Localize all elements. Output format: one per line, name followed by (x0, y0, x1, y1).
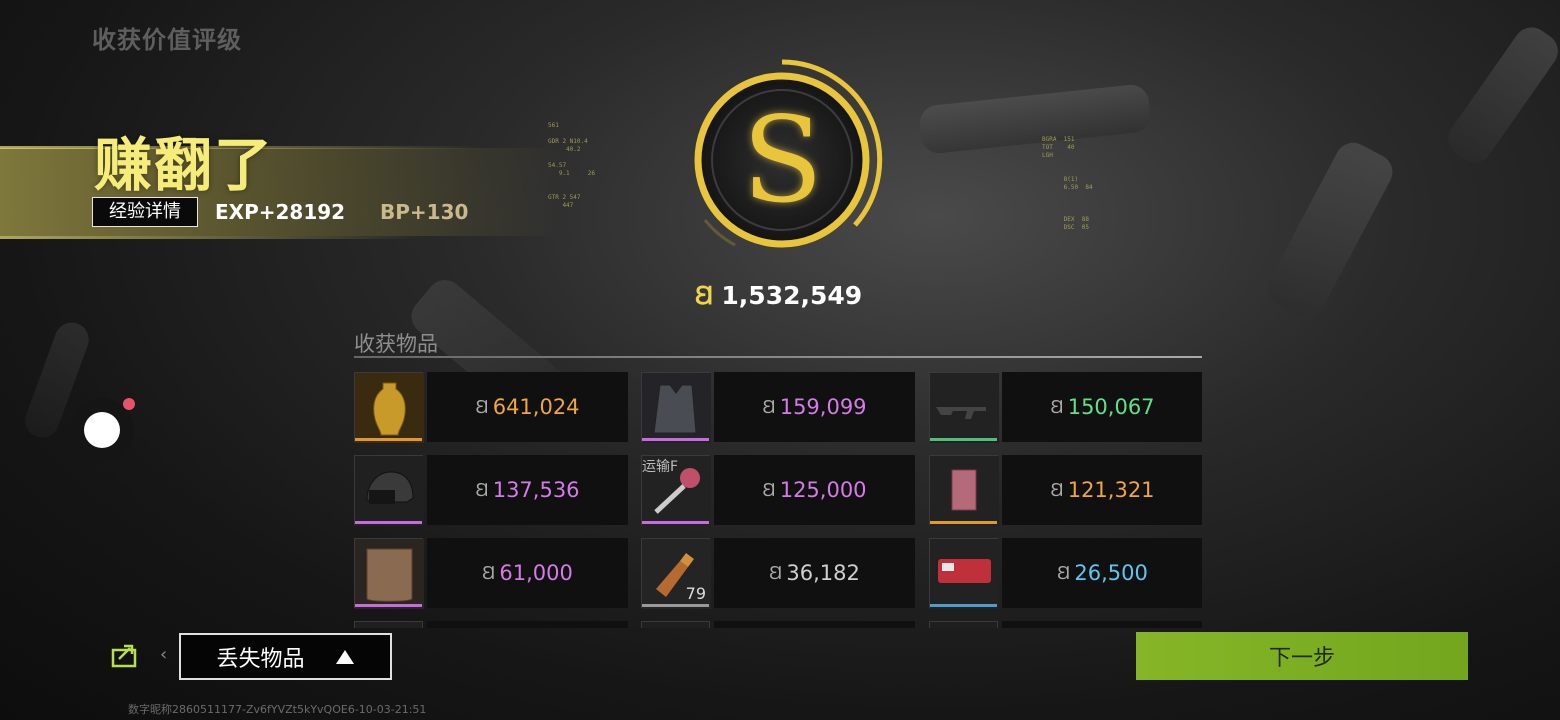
item-cell-rifle[interactable]: Ꞛ 150,067 (929, 372, 1202, 443)
item-value: Ꞛ 125,000 (714, 455, 915, 525)
golden-vase-icon (354, 372, 424, 443)
item-value-amount: 61,000 (499, 561, 573, 585)
items-section-divider (354, 356, 1202, 358)
exp-details-button[interactable]: 经验详情 (92, 197, 198, 227)
item-cell-armor-plate[interactable]: Ꞛ 61,000 (354, 538, 629, 609)
lost-items-label: 丢失物品 (216, 646, 305, 672)
item-value (427, 621, 628, 628)
assistant-dot-icon (84, 412, 120, 448)
banner-line-bottom (0, 236, 420, 239)
coin-icon: Ꞛ (695, 281, 714, 310)
rarity-bar (355, 521, 422, 524)
item-value-amount: 121,321 (1067, 478, 1155, 502)
bg-shell-2 (1261, 136, 1399, 324)
chevron-left-icon: ‹ (160, 644, 168, 665)
grade-badge: S (675, 55, 890, 265)
item-cell-helmet[interactable]: Ꞛ 137,536 (354, 455, 629, 526)
total-value: Ꞛ 1,532,549 (695, 278, 862, 312)
rarity-bar (930, 521, 997, 524)
rifle-icon (929, 372, 999, 443)
result-title: 赚翻了 (94, 131, 275, 199)
item-value: Ꞛ 137,536 (427, 455, 628, 525)
coin-icon: Ꞛ (475, 480, 489, 501)
hud-readout-left: 561 GDR 2 N10.4 40.2 54.57 9.1 26 GTR 2 … (548, 122, 595, 209)
item-cell-golden-vase[interactable]: Ꞛ 641,024 (354, 372, 629, 443)
item-cell-partial[interactable] (354, 621, 629, 628)
rarity-bar (355, 604, 422, 607)
item-cell-document[interactable]: Ꞛ 121,321 (929, 455, 1202, 526)
item-value: Ꞛ 26,500 (1002, 538, 1202, 608)
item-value-amount: 150,067 (1067, 395, 1155, 419)
item-cell-key[interactable]: 运输F Ꞛ 125,000 (641, 455, 916, 526)
item-cell-partial[interactable] (641, 621, 916, 628)
rarity-bar (642, 604, 709, 607)
document-icon (929, 455, 999, 526)
coin-icon: Ꞛ (475, 397, 489, 418)
item-value (1002, 621, 1202, 628)
item-value: Ꞛ 36,182 (714, 538, 915, 608)
item-value: Ꞛ 61,000 (427, 538, 628, 608)
item-value (714, 621, 915, 628)
item-value: Ꞛ 641,024 (427, 372, 628, 442)
item-value: Ꞛ 121,321 (1002, 455, 1202, 525)
item-icon (641, 621, 710, 628)
ammo-icon: 79 (641, 538, 711, 609)
lost-items-button[interactable]: 丢失物品 (179, 633, 392, 680)
item-value-amount: 159,099 (779, 395, 867, 419)
share-icon[interactable] (110, 640, 140, 670)
player-id-text: 数字昵称2860511177-Zv6fYVZt5kYvQOE6-10-03-21… (128, 703, 427, 716)
bp-gain: BP+130 (380, 200, 469, 224)
rarity-bar (642, 521, 709, 524)
rarity-bar (930, 604, 997, 607)
item-value-amount: 26,500 (1074, 561, 1148, 585)
hud-readout-right: BGRA 151 TOT 40 LGH 8(1) 6.50 84 DEX 88 … (1042, 136, 1093, 231)
items-section-title: 收获物品 (354, 332, 438, 356)
item-value-amount: 36,182 (786, 561, 860, 585)
item-cell-ammo[interactable]: 79 Ꞛ 36,182 (641, 538, 916, 609)
key-icon: 运输F (641, 455, 711, 526)
item-cell-partial[interactable] (929, 621, 1202, 628)
tactical-vest-icon (641, 372, 711, 443)
item-cell-red-case[interactable]: Ꞛ 26,500 (929, 538, 1202, 609)
triangle-up-icon (335, 649, 354, 664)
total-value-amount: 1,532,549 (721, 280, 863, 310)
coin-icon: Ꞛ (1050, 480, 1064, 501)
red-case-icon (929, 538, 999, 609)
coin-icon: Ꞛ (1057, 563, 1071, 584)
bg-shell-1 (918, 83, 1152, 155)
item-value-amount: 137,536 (492, 478, 580, 502)
rarity-bar (355, 438, 422, 441)
coin-icon: Ꞛ (769, 563, 783, 584)
item-value: Ꞛ 159,099 (714, 372, 915, 442)
item-icon (929, 621, 998, 628)
coin-icon: Ꞛ (762, 397, 776, 418)
helmet-icon (354, 455, 424, 526)
item-value: Ꞛ 150,067 (1002, 372, 1202, 442)
item-cell-tactical-vest[interactable]: Ꞛ 159,099 (641, 372, 916, 443)
item-quantity: 79 (685, 584, 706, 603)
armor-plate-icon (354, 538, 424, 609)
page-header-label: 收获价值评级 (92, 26, 242, 54)
notification-dot (123, 398, 135, 410)
rarity-bar (930, 438, 997, 441)
exp-gain: EXP+28192 (215, 200, 346, 224)
coin-icon: Ꞛ (1050, 397, 1064, 418)
coin-icon: Ꞛ (482, 563, 496, 584)
rarity-bar (642, 438, 709, 441)
item-value-amount: 641,024 (492, 395, 580, 419)
grade-letter: S (742, 91, 823, 229)
item-tag: 运输F (642, 459, 679, 475)
items-grid[interactable]: Ꞛ 641,024 Ꞛ 159,099 Ꞛ 150,067 Ꞛ 137,536 运输F Ꞛ 125,… (354, 372, 1202, 628)
coin-icon: Ꞛ (762, 480, 776, 501)
next-step-button[interactable]: 下一步 (1136, 632, 1468, 680)
item-value-amount: 125,000 (779, 478, 867, 502)
bg-shell-3 (1441, 20, 1560, 170)
item-icon (354, 621, 423, 628)
